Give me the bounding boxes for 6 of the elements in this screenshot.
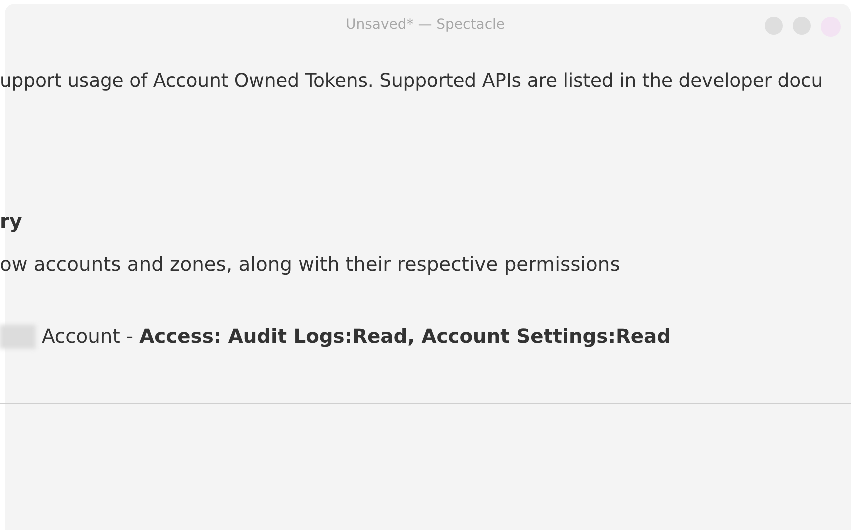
redacted-block — [0, 325, 36, 349]
section-heading: ry — [0, 210, 24, 234]
window-title: Unsaved* — Spectacle — [346, 16, 506, 34]
permission-text: Account - Access: Audit Logs:Read, Account Settings:Read — [42, 325, 672, 349]
notice-text: upport usage of Account Owned Tokens. Supported APIs are listed in the developer docu — [0, 70, 824, 94]
description-text: ow accounts and zones, along with their respective permissions — [0, 253, 622, 277]
